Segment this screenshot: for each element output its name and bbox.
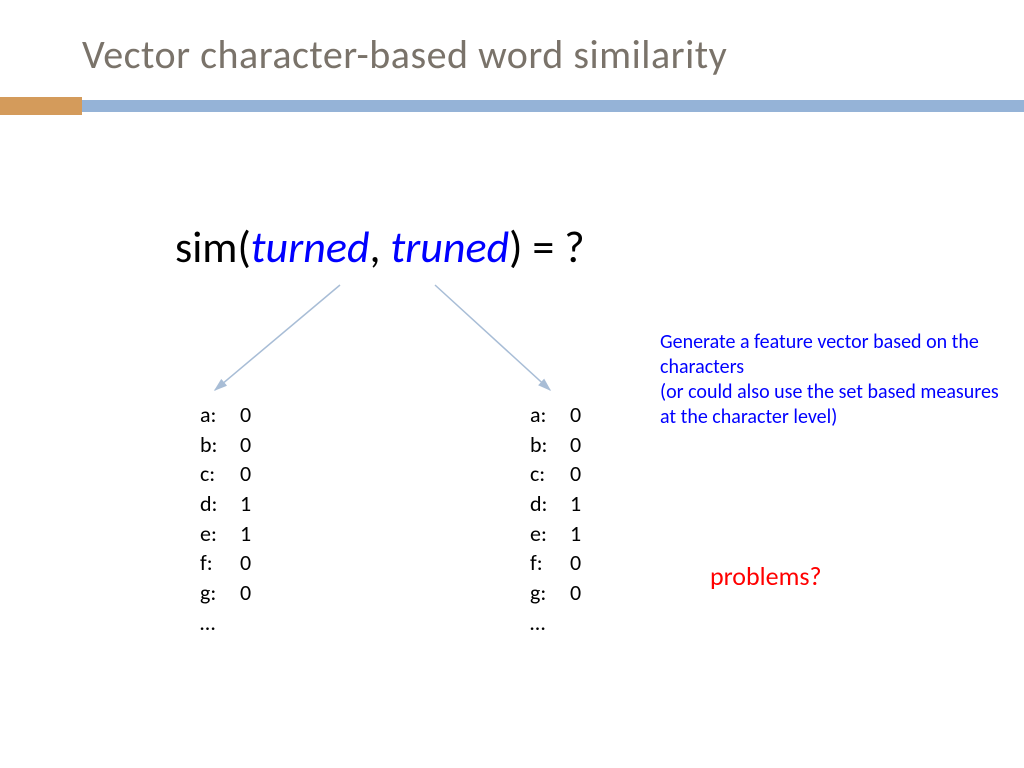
vector-row: c:0 xyxy=(530,459,600,489)
vector-key: d: xyxy=(200,489,240,519)
vector-key: b: xyxy=(530,430,570,460)
vector-key: a: xyxy=(530,400,570,430)
vector-value: 0 xyxy=(570,459,600,489)
eq-prefix: sim( xyxy=(175,220,251,274)
vector-key: … xyxy=(200,608,240,638)
vector-row: e:1 xyxy=(530,519,600,549)
vector-row: f:0 xyxy=(200,548,270,578)
vector-value: 1 xyxy=(240,519,270,549)
vector-key: b: xyxy=(200,430,240,460)
vector-key: a: xyxy=(200,400,240,430)
vector-key: g: xyxy=(200,578,240,608)
vector-value: 1 xyxy=(570,489,600,519)
vector-row: … xyxy=(200,608,270,638)
vector-value: 0 xyxy=(240,430,270,460)
vector-row: c:0 xyxy=(200,459,270,489)
vector-value: 0 xyxy=(570,430,600,460)
vector-right: a:0b:0c:0d:1e:1f:0g:0… xyxy=(530,400,600,638)
eq-sep: , xyxy=(370,220,391,274)
divider-rule xyxy=(82,100,1024,112)
vector-row: d:1 xyxy=(200,489,270,519)
divider-accent xyxy=(0,97,82,115)
eq-word1: turned xyxy=(251,220,370,274)
vector-value xyxy=(240,608,270,638)
vector-key: f: xyxy=(200,548,240,578)
divider xyxy=(0,97,1024,115)
vector-value: 0 xyxy=(570,548,600,578)
vector-value xyxy=(570,608,600,638)
eq-word2: truned xyxy=(390,220,509,274)
vector-value: 0 xyxy=(240,400,270,430)
arrow-right-icon xyxy=(420,280,570,400)
vector-row: f:0 xyxy=(530,548,600,578)
vector-key: d: xyxy=(530,489,570,519)
vector-value: 1 xyxy=(570,519,600,549)
vector-row: e:1 xyxy=(200,519,270,549)
vector-key: … xyxy=(530,608,570,638)
vector-row: b:0 xyxy=(200,430,270,460)
vector-value: 0 xyxy=(240,578,270,608)
vector-key: c: xyxy=(200,459,240,489)
vector-row: a:0 xyxy=(200,400,270,430)
equation: sim(turned, truned) = ? xyxy=(175,220,585,274)
vector-key: e: xyxy=(200,519,240,549)
vector-row: … xyxy=(530,608,600,638)
vector-left: a:0b:0c:0d:1e:1f:0g:0… xyxy=(200,400,270,638)
vector-value: 0 xyxy=(240,548,270,578)
annotation-text: Generate a feature vector based on the c… xyxy=(660,330,1015,430)
problems-text: problems? xyxy=(710,560,822,592)
vector-key: e: xyxy=(530,519,570,549)
vector-value: 1 xyxy=(240,489,270,519)
slide-title: Vector character-based word similarity xyxy=(0,0,1024,79)
vector-row: g:0 xyxy=(530,578,600,608)
vector-row: g:0 xyxy=(200,578,270,608)
vector-value: 0 xyxy=(570,578,600,608)
vector-row: d:1 xyxy=(530,489,600,519)
eq-suffix: ) = ? xyxy=(509,220,585,274)
vector-row: a:0 xyxy=(530,400,600,430)
vector-value: 0 xyxy=(570,400,600,430)
vector-value: 0 xyxy=(240,459,270,489)
arrow-left-icon xyxy=(200,280,350,400)
vector-row: b:0 xyxy=(530,430,600,460)
vector-key: g: xyxy=(530,578,570,608)
vector-key: c: xyxy=(530,459,570,489)
vector-key: f: xyxy=(530,548,570,578)
